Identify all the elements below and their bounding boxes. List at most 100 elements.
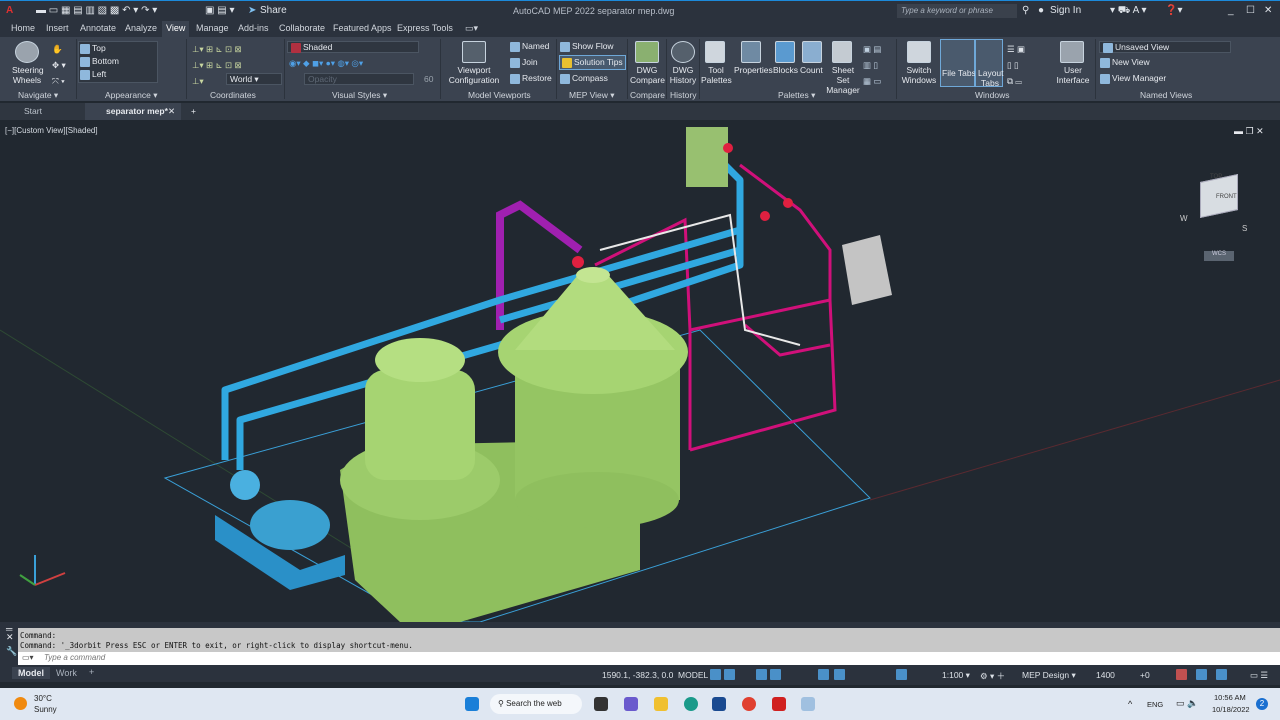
- steering-wheel-icon[interactable]: [15, 41, 39, 63]
- polar-icon[interactable]: [770, 669, 781, 680]
- tab-view[interactable]: View: [162, 21, 190, 37]
- share-icon[interactable]: ➤: [248, 5, 256, 16]
- taskbar-search[interactable]: ⚲ Search the web: [490, 694, 582, 714]
- viewcube[interactable]: TOP FRONT W S: [1180, 170, 1260, 240]
- user-interface-icon[interactable]: [1060, 41, 1084, 63]
- ortho-icon[interactable]: [756, 669, 767, 680]
- opacity-value[interactable]: 60: [424, 74, 433, 84]
- hardware-accel-icon[interactable]: [1196, 669, 1207, 680]
- layout-tab-model[interactable]: Model: [12, 667, 50, 679]
- display-configuration[interactable]: MEP Design ▾: [1022, 670, 1076, 681]
- clean-screen-icon[interactable]: [1216, 669, 1227, 680]
- blocks-button[interactable]: Blocks: [773, 65, 798, 75]
- add-layout-button[interactable]: +: [89, 667, 94, 677]
- quick-access-icons[interactable]: ▬ ▭ ▦ ▤ ▥ ▧ ▩ ↶ ▾ ↷ ▾: [36, 5, 157, 16]
- file-tabs-button[interactable]: File Tabs: [940, 39, 976, 87]
- viewcube-front[interactable]: FRONT: [1216, 194, 1237, 200]
- tab-analyze[interactable]: Analyze: [125, 23, 157, 33]
- tab-collaborate[interactable]: Collaborate: [279, 23, 325, 33]
- cart-icon[interactable]: ▾ ⛟ A ▾: [1110, 5, 1147, 18]
- model-space-button[interactable]: MODEL: [678, 670, 708, 680]
- pan-orbit-icons[interactable]: ✋ ✥ ▾ ⤧ ▾: [52, 41, 66, 89]
- start-tab[interactable]: Start: [24, 106, 42, 116]
- count-icon[interactable]: [802, 41, 822, 63]
- notification-badge[interactable]: 2: [1256, 698, 1268, 710]
- palette-small-icons[interactable]: ▣ ▤ ▥ ▯ ▦ ▭: [863, 41, 881, 89]
- sheet-set-icon[interactable]: [832, 41, 852, 63]
- tab-featured-apps[interactable]: Featured Apps: [333, 23, 392, 33]
- compass-w[interactable]: W: [1180, 214, 1188, 223]
- edge-icon[interactable]: [684, 697, 698, 711]
- weather-sun-icon[interactable]: [14, 697, 27, 710]
- steering-wheels-button[interactable]: Steering Wheels: [12, 65, 44, 85]
- tool-palettes-button[interactable]: Tool Palettes: [701, 65, 732, 85]
- window-arrange-icons[interactable]: ☰ ▣ ▯ ▯ ⧉ ▭: [1007, 41, 1025, 89]
- file-explorer-icon[interactable]: [654, 697, 668, 711]
- otrack-icon[interactable]: [834, 669, 845, 680]
- search-icon[interactable]: ⚲: [1022, 5, 1029, 16]
- weather-desc[interactable]: Sunny: [34, 705, 57, 714]
- switch-windows-button[interactable]: Switch Windows: [900, 65, 938, 85]
- wcs-menu[interactable]: WCS: [1204, 251, 1234, 261]
- visual-style-icons[interactable]: ◉▾ ◆ ◼▾ ●▾ ◍▾ ◎▾: [289, 58, 363, 69]
- close-button[interactable]: ✕: [1264, 5, 1272, 16]
- annotation-visibility-icon[interactable]: [896, 669, 907, 680]
- customize-menu-icon[interactable]: ▭ ☰: [1250, 670, 1268, 681]
- tray-overflow-icon[interactable]: ^: [1128, 699, 1132, 709]
- count-button[interactable]: Count: [800, 65, 823, 75]
- viewport-controls-label[interactable]: [−][Custom View][Shaded]: [5, 126, 98, 135]
- command-input[interactable]: Type a command: [18, 652, 1280, 665]
- clock-time[interactable]: 10:56 AM: [1214, 693, 1246, 702]
- tab-annotate[interactable]: Annotate: [80, 23, 116, 33]
- opacity-slider[interactable]: Opacity: [304, 73, 414, 85]
- compass-s[interactable]: S: [1242, 224, 1247, 233]
- osnap-icon[interactable]: [818, 669, 829, 680]
- compass-button[interactable]: Compass: [560, 73, 608, 84]
- grid-icon[interactable]: [710, 669, 721, 680]
- view-bottom[interactable]: Bottom: [80, 56, 119, 67]
- share-button[interactable]: Share: [260, 5, 287, 16]
- autocad-icon[interactable]: [772, 697, 786, 711]
- switch-windows-icon[interactable]: [907, 41, 931, 63]
- tab-add-ins[interactable]: Add-ins: [238, 23, 269, 33]
- chrome-icon[interactable]: [742, 697, 756, 711]
- file-tab-separator-mep[interactable]: separator mep*: [106, 106, 168, 116]
- elevation-offset[interactable]: +0: [1140, 670, 1150, 680]
- task-view-icon[interactable]: [594, 697, 608, 711]
- tab-express-tools[interactable]: Express Tools: [397, 23, 453, 33]
- ucs-dropdown[interactable]: World ▾: [226, 73, 282, 85]
- maximize-button[interactable]: ☐: [1246, 5, 1255, 16]
- workspace-gear-icon[interactable]: ⚙ ▾ ＋: [980, 670, 1005, 682]
- dwg-history-icon[interactable]: [671, 41, 695, 63]
- appearance-panel-label[interactable]: Appearance ▾: [105, 90, 157, 101]
- minimize-button[interactable]: _: [1228, 5, 1234, 16]
- navigate-panel-label[interactable]: Navigate ▾: [18, 90, 58, 101]
- app-logo-icon[interactable]: A: [6, 5, 13, 16]
- help-icon[interactable]: ❓▾: [1165, 5, 1182, 16]
- sign-in-button[interactable]: Sign In: [1050, 5, 1081, 16]
- ribbon-options-icon[interactable]: ▭▾: [465, 23, 478, 34]
- named-view-dropdown[interactable]: Unsaved View: [1099, 41, 1231, 53]
- viewport-configuration-button[interactable]: Viewport Configuration: [447, 65, 501, 85]
- snap-icon[interactable]: [724, 669, 735, 680]
- annotation-scale[interactable]: 1:100 ▾: [942, 670, 970, 681]
- close-command-icon[interactable]: ✕: [6, 632, 14, 643]
- network-volume-icons[interactable]: ▭ 🔈: [1176, 698, 1198, 709]
- layout-tab-work[interactable]: Work: [56, 668, 77, 678]
- tab-manage[interactable]: Manage: [196, 23, 229, 33]
- tab-home[interactable]: Home: [11, 23, 35, 33]
- palettes-panel-label[interactable]: Palettes ▾: [778, 90, 815, 101]
- show-flow-button[interactable]: Show Flow: [560, 41, 614, 52]
- elevation-value[interactable]: 1400: [1096, 670, 1115, 680]
- sheet-set-manager-button[interactable]: Sheet Set Manager: [825, 65, 861, 95]
- 3d-model-view[interactable]: [0, 120, 1280, 623]
- blocks-icon[interactable]: [775, 41, 795, 63]
- customize-wrench-icon[interactable]: 🔧: [6, 646, 17, 657]
- dwg-history-button[interactable]: DWG History: [667, 65, 699, 85]
- viewport-window-controls[interactable]: ▬ ❐ ✕: [1234, 126, 1264, 137]
- dwg-compare-button[interactable]: DWG Compare: [630, 65, 665, 85]
- new-view-button[interactable]: New View: [1100, 57, 1150, 68]
- view-top[interactable]: Top: [80, 43, 106, 54]
- teams-icon[interactable]: [624, 697, 638, 711]
- solution-tips-button[interactable]: Solution Tips: [559, 55, 626, 70]
